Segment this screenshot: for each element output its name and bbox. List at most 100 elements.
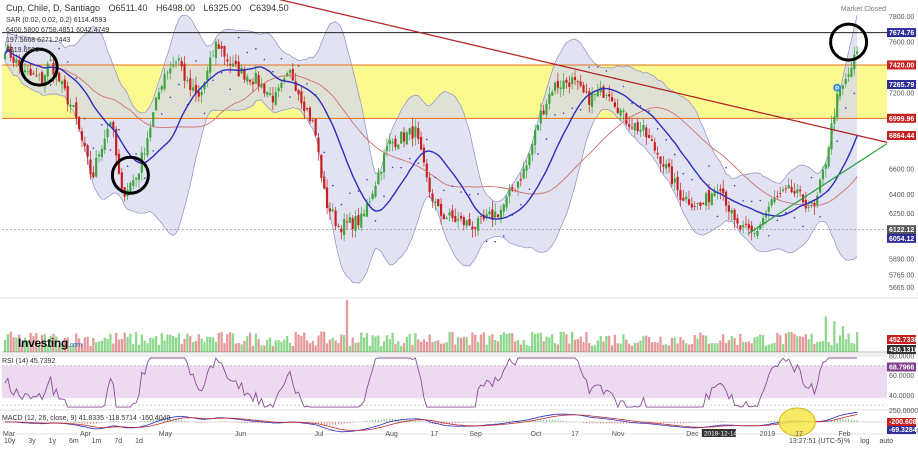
volume-bar xyxy=(417,339,420,352)
volume-bar xyxy=(468,344,471,352)
candle-body xyxy=(300,91,303,104)
volume-bar xyxy=(704,335,708,352)
clock: 13:27:51 (UTC-5) xyxy=(789,438,844,445)
volume-bar xyxy=(690,343,693,352)
candle-body xyxy=(38,74,41,76)
sar-dot xyxy=(340,203,343,206)
volume-bar xyxy=(422,339,426,352)
candle-body xyxy=(129,182,132,193)
volume-bar xyxy=(556,344,560,352)
sar-dot xyxy=(126,165,129,167)
volume-bar xyxy=(226,334,229,352)
sar-dot xyxy=(451,185,454,187)
volume-bar xyxy=(685,343,688,352)
macd-label: MACD (12, 26, close, 9) 41.8335 -118.571… xyxy=(2,415,171,422)
volume-bar xyxy=(311,340,314,352)
volume-bar xyxy=(374,336,377,352)
volume-bar xyxy=(516,340,520,352)
candle-body xyxy=(454,216,457,223)
volume-bar xyxy=(645,335,648,352)
candle-body xyxy=(496,214,500,217)
candle-body xyxy=(516,181,520,188)
volume-bar xyxy=(385,335,389,352)
volume-bar xyxy=(382,341,386,352)
candle-body xyxy=(49,59,52,61)
candle-body xyxy=(368,201,371,203)
sar-dot xyxy=(733,184,736,187)
candle-body xyxy=(180,60,183,67)
timeframe-1m[interactable]: 1m xyxy=(92,438,102,445)
candle-body xyxy=(408,128,411,135)
candle-body xyxy=(380,171,383,174)
volume-bar xyxy=(653,342,656,352)
candle-body xyxy=(411,126,414,139)
volume-bar xyxy=(679,336,682,352)
volume-bar xyxy=(220,332,223,352)
timeframe-1d[interactable]: 1d xyxy=(135,438,143,445)
volume-bar xyxy=(568,343,571,352)
rsi-tick-label: 80.0000 xyxy=(889,354,914,361)
macd-pane xyxy=(2,407,887,437)
candle-body xyxy=(363,213,366,217)
bollinger-band-fill xyxy=(5,15,858,284)
candle-body xyxy=(699,202,702,206)
volume-bar xyxy=(194,340,198,352)
volume-bar xyxy=(368,345,371,352)
volume-bar xyxy=(157,344,161,352)
candle-body xyxy=(488,211,491,215)
x-tick-label: 2019 xyxy=(760,431,776,438)
candle-body xyxy=(705,193,708,206)
sar-dot xyxy=(785,211,787,214)
volume-bar xyxy=(454,344,457,352)
timeframe-3y[interactable]: 3y xyxy=(28,438,35,445)
sar-dot xyxy=(810,176,813,179)
volume-bar xyxy=(559,331,562,352)
candle-body xyxy=(707,190,711,203)
volume-bar xyxy=(257,338,260,352)
sar-dot xyxy=(101,123,103,126)
price-marker-label: 7674.76 xyxy=(889,30,914,37)
volume-bar xyxy=(174,337,178,352)
candle-body xyxy=(152,112,155,127)
y-tick-label: 5665.00 xyxy=(889,285,914,292)
timeframe-1y[interactable]: 1y xyxy=(49,438,56,445)
option-auto[interactable]: auto xyxy=(879,438,893,445)
option-percent[interactable]: % xyxy=(844,438,850,445)
volume-bar xyxy=(83,337,86,352)
candle-body xyxy=(351,218,354,230)
sar-dot xyxy=(750,200,753,203)
sar-dot xyxy=(460,191,462,193)
candle-body xyxy=(559,87,562,89)
volume-bar xyxy=(511,333,514,352)
volume-bar xyxy=(571,332,574,352)
sar-dot xyxy=(844,107,847,109)
volume-bar xyxy=(320,331,323,352)
volume-bar xyxy=(551,334,554,352)
candle-body xyxy=(565,79,568,83)
volume-bar xyxy=(323,331,326,352)
candle-body xyxy=(360,213,363,228)
volume-bar xyxy=(360,332,363,352)
timeframe-10y[interactable]: 10y xyxy=(4,438,15,445)
sar-dot xyxy=(400,166,402,169)
x-tick-label: May xyxy=(159,431,173,438)
sar-dot xyxy=(195,60,197,62)
timeframe-7d[interactable]: 7d xyxy=(114,438,122,445)
candle-body xyxy=(306,108,309,110)
volume-bar xyxy=(223,343,226,352)
volume-bar xyxy=(759,334,762,352)
option-log[interactable]: log xyxy=(860,438,869,445)
candle-body xyxy=(616,107,619,114)
candle-body xyxy=(288,70,292,73)
volume-bar xyxy=(742,341,745,352)
volume-bar xyxy=(300,335,303,352)
timeframe-6m[interactable]: 6m xyxy=(69,438,79,445)
volume-bar xyxy=(117,339,121,352)
volume-bar xyxy=(793,333,796,352)
candle-body xyxy=(650,139,654,141)
volume-bar xyxy=(622,334,625,352)
candle-body xyxy=(525,165,528,171)
sar-dot xyxy=(434,176,437,179)
candle-body xyxy=(548,93,551,104)
candle-body xyxy=(633,123,636,131)
